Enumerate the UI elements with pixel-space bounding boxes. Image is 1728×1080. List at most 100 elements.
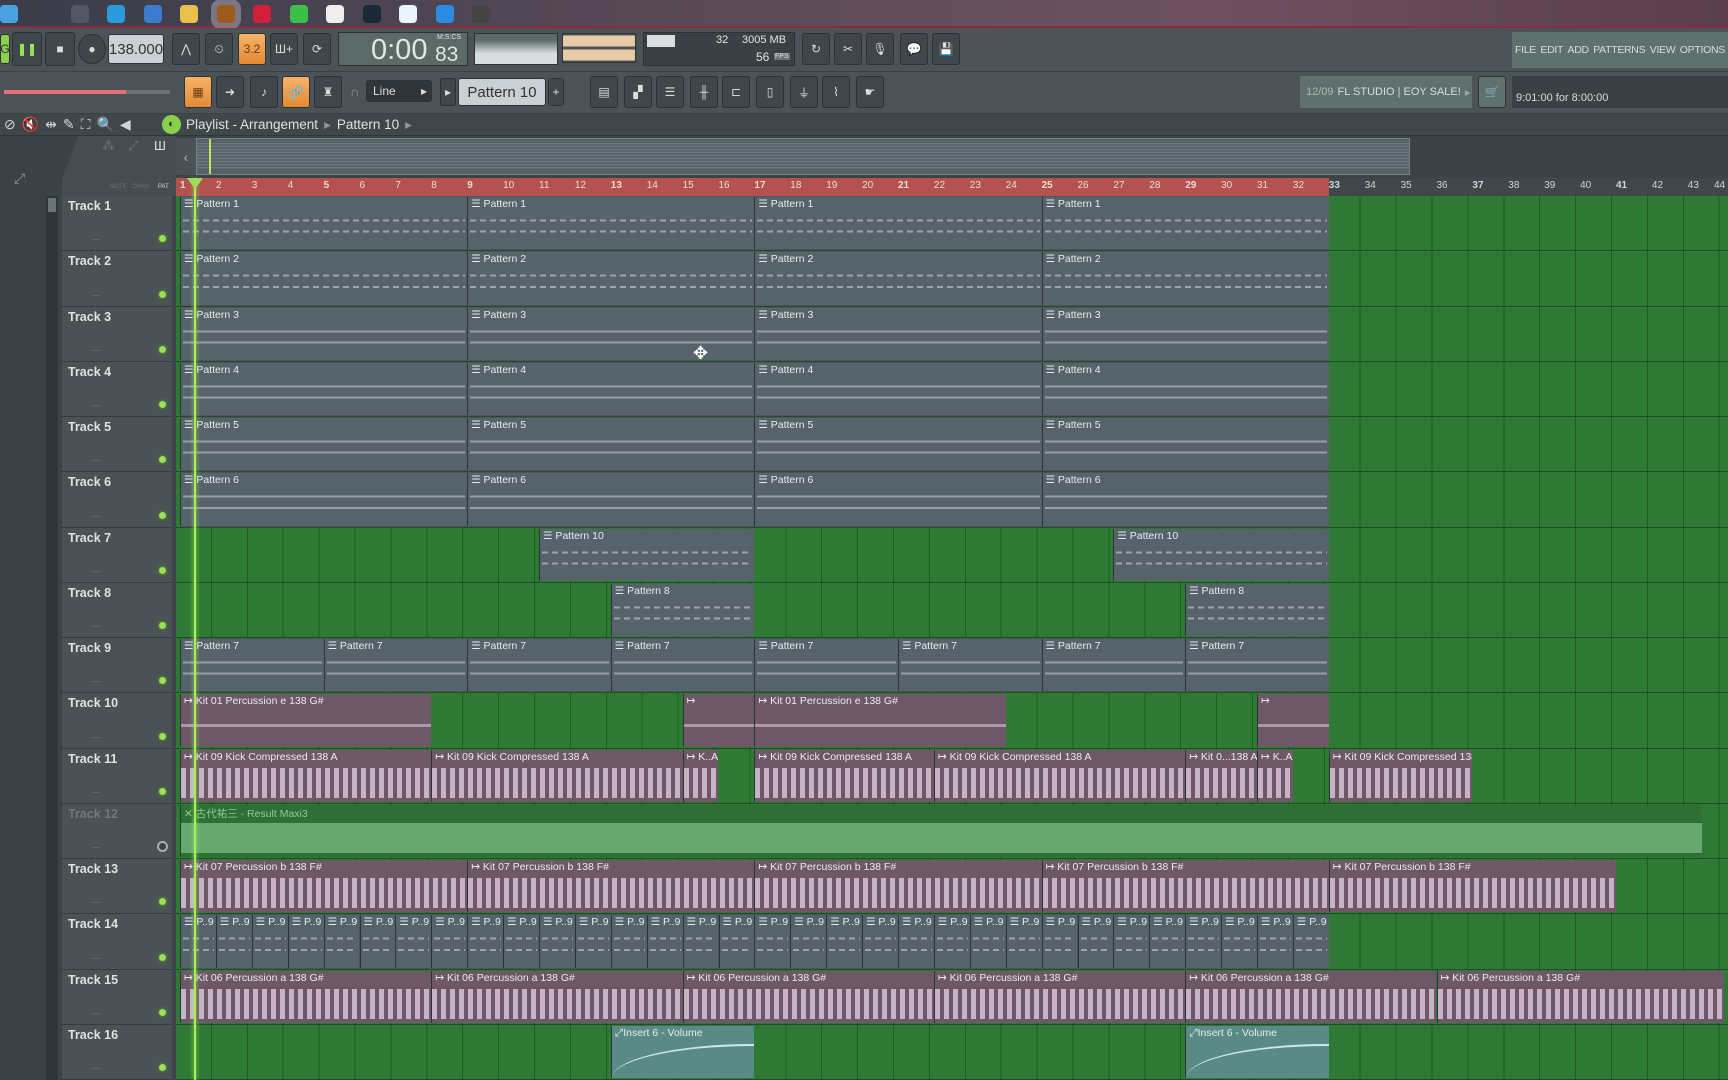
pattern-clip[interactable]: ☰ P..9 <box>862 915 898 968</box>
audio-clip[interactable]: ↦ Kit 07 Percussion b 138 F# <box>467 860 755 913</box>
track-header[interactable]: Track 2 ··· <box>62 251 172 307</box>
pattern-clip[interactable]: ☰ Pattern 3 <box>180 307 468 360</box>
audio-clip[interactable]: ↦ Kit 09 Kick Compressed 138 A <box>180 749 432 802</box>
pattern-clip[interactable]: ☰ P..9 <box>790 915 827 968</box>
cloud-app-icon[interactable] <box>399 5 417 23</box>
channel-rack-button[interactable]: ☰ <box>656 76 684 108</box>
pattern-clip[interactable]: ☰ Pattern 1 <box>754 197 1042 250</box>
pattern-clip[interactable]: ☰ Pattern 2 <box>754 252 1042 305</box>
track-header[interactable]: Track 13 ··· <box>62 859 172 915</box>
pattern-clip[interactable]: ☰ P..9 <box>1149 915 1186 968</box>
audio-clip[interactable]: ↦ Kit 0...138 A <box>1185 749 1257 802</box>
pattern-clip[interactable]: ☰ Pattern 5 <box>754 418 1042 471</box>
track-mute-led[interactable] <box>157 675 168 687</box>
track-header[interactable]: Track 8 ··· <box>62 582 172 638</box>
track-grip[interactable]: ··· <box>92 1009 100 1018</box>
pattern-clip[interactable]: ☰ P..9 <box>1185 915 1222 968</box>
pattern-clip[interactable]: ☰ Pattern 6 <box>1041 473 1329 526</box>
track-mute-led[interactable] <box>157 454 168 466</box>
menu-file[interactable]: FILE <box>1515 44 1536 56</box>
steam-icon[interactable] <box>362 5 381 23</box>
pattern-clip[interactable]: ☰ Pattern 7 <box>1185 639 1329 692</box>
playlist-overview[interactable] <box>196 138 1410 175</box>
track-mute-led[interactable] <box>157 343 168 355</box>
track-mute-led[interactable] <box>157 620 168 631</box>
filter-note[interactable]: NOTE <box>110 184 127 190</box>
track-lane[interactable]: ↦ Kit 09 Kick Compressed 138 A ↦ Kit 09 K… <box>176 748 1728 804</box>
pattern-clip[interactable]: ☰ P..9 <box>682 915 719 968</box>
track-grip[interactable]: ··· <box>92 788 100 797</box>
track-lane[interactable]: ☰ Pattern 3 ☰ Pattern 3 ☰ Pattern 3 ☰ Patte… <box>176 306 1728 362</box>
audio-clip[interactable]: ↦ Kit 01 Percussion e 138 G# <box>180 694 432 747</box>
pattern-clip[interactable]: ☰ Pattern 8 <box>610 583 755 636</box>
track-mute-led[interactable] <box>157 1062 168 1073</box>
snap-dropdown[interactable]: Line ▸ <box>366 80 432 102</box>
time-display[interactable]: 0:00 83 M:S:CS <box>338 32 468 66</box>
netease-music-icon[interactable] <box>253 5 271 23</box>
pattern-clip[interactable]: ☰ Pattern 4 <box>1041 362 1329 415</box>
pattern-clip[interactable]: ☰ P..9 <box>826 915 863 968</box>
settings-icon[interactable] <box>70 5 89 23</box>
track-lane[interactable]: ↦ Kit 01 Percussion e 138 G# ↦ ↦ Kit 01 P… <box>176 693 1728 749</box>
menu-edit[interactable]: EDIT <box>1540 44 1563 56</box>
track-grip[interactable]: ··· <box>92 733 100 742</box>
track-lane[interactable]: ☰ Pattern 4 ☰ Pattern 4 ☰ Pattern 4 ☰ Patte… <box>176 361 1728 417</box>
audio-clip[interactable]: ↦ Kit 06 Percussion a 138 G# <box>431 970 683 1023</box>
track-grip[interactable]: ··· <box>92 291 100 300</box>
playlist-view-button[interactable]: ▤ <box>590 76 618 108</box>
pattern-clip[interactable]: ☰ P..9 <box>969 915 1006 968</box>
audio-clip[interactable]: ↦ Kit 09 Kick Compressed 138 A <box>933 749 1186 802</box>
playback-tool-icon[interactable]: ◀ <box>120 116 137 132</box>
pattern-clip[interactable]: ☰ P..9 <box>359 915 396 968</box>
pattern-clip[interactable]: ☰ P..9 <box>933 915 970 968</box>
audio-clip[interactable]: ↦ Kit 01 Percussion e 138 G# <box>754 694 1006 747</box>
trollface-icon[interactable] <box>326 5 344 23</box>
playhead-marker[interactable] <box>187 178 204 189</box>
pattern-clip[interactable]: ☰ Pattern 7 <box>180 639 324 692</box>
filter-pat[interactable]: PAT <box>158 184 169 190</box>
record-button[interactable]: ● <box>78 34 106 64</box>
track-header[interactable]: Track 4 ··· <box>62 361 172 417</box>
audio-clip[interactable]: ↦ K..A <box>1257 749 1293 802</box>
file-explorer-icon[interactable] <box>180 5 198 23</box>
wait-input-button[interactable]: ⏲ <box>205 33 233 65</box>
track-header[interactable]: Track 3 ··· <box>62 306 172 362</box>
step-edit-button[interactable]: Ш+ <box>270 33 298 65</box>
pattern-clip[interactable]: ☰ P..9 <box>610 915 647 968</box>
track-mute-led[interactable] <box>157 399 168 410</box>
track-grip[interactable]: ··· <box>92 677 100 686</box>
pattern-clip[interactable]: ☰ Pattern 1 <box>1041 197 1329 250</box>
pattern-clip[interactable]: ☰ Pattern 2 <box>1041 252 1329 305</box>
touch-controller-button[interactable]: ☛ <box>856 76 884 108</box>
audio-clip[interactable]: ↦ K..A <box>682 749 719 802</box>
mixer-button[interactable]: ╫ <box>690 76 718 108</box>
overview-scroll-left[interactable]: ‹ <box>176 138 196 175</box>
save-button[interactable]: 💾 <box>932 33 960 65</box>
track-lane[interactable]: ✕ 古代祐三 - Result Maxi3 <box>176 803 1728 859</box>
track-lane[interactable]: ☰ Pattern 1 ☰ Pattern 1 ☰ Pattern 1 ☰ Patte… <box>176 196 1728 252</box>
pattern-clip[interactable]: ☰ P..9 <box>323 915 360 968</box>
track-lane[interactable]: ☰ Pattern 8 ☰ Pattern 8 <box>176 582 1728 638</box>
channel-rack-arrow-button[interactable]: ➜ <box>216 76 244 108</box>
track-mute-led[interactable] <box>157 1006 168 1018</box>
metronome-button[interactable]: ⋀ <box>172 33 200 65</box>
track-lane[interactable]: ☰ Pattern 10 ☰ Pattern 10 <box>176 527 1728 583</box>
slip-tool-icon[interactable]: ⇹ <box>45 116 63 132</box>
track-lane[interactable]: ☰ P..9 ☰ P..9 ☰ P..9 ☰ P..9 ☰ P..9 ☰ P..9 ☰ P.… <box>176 914 1728 970</box>
pattern-clip[interactable]: ☰ P..9 <box>1113 915 1150 968</box>
timeline-ruler[interactable]: 1 2 3 4 5 6 7 8 9 10 11 12 13 14 15 16 17 18 19 20 21 22 23 24 2… <box>176 178 1728 196</box>
cart-button[interactable]: 🛒 <box>1478 76 1506 108</box>
loop-record-button[interactable]: ⟳ <box>303 33 331 65</box>
project-button[interactable]: ▯ <box>756 76 784 108</box>
audio-clip[interactable]: ↦ <box>682 694 755 747</box>
piano-roll-button[interactable]: ▞ <box>624 76 652 108</box>
track-grip[interactable]: ··· <box>92 456 100 465</box>
pattern-clip[interactable]: ☰ Pattern 4 <box>467 362 755 415</box>
menu-options[interactable]: OPTIONS <box>1680 44 1725 56</box>
pattern-clip[interactable]: ☰ P..9 <box>754 915 791 968</box>
pattern-clip[interactable]: ☰ Pattern 4 <box>180 362 468 415</box>
pattern-clip[interactable]: ☰ P..9 <box>1041 915 1078 968</box>
mixer-knob-button[interactable]: ♜ <box>314 76 342 108</box>
track-header[interactable]: Track 15 ··· <box>62 969 172 1025</box>
track-mute-led[interactable] <box>157 730 168 742</box>
